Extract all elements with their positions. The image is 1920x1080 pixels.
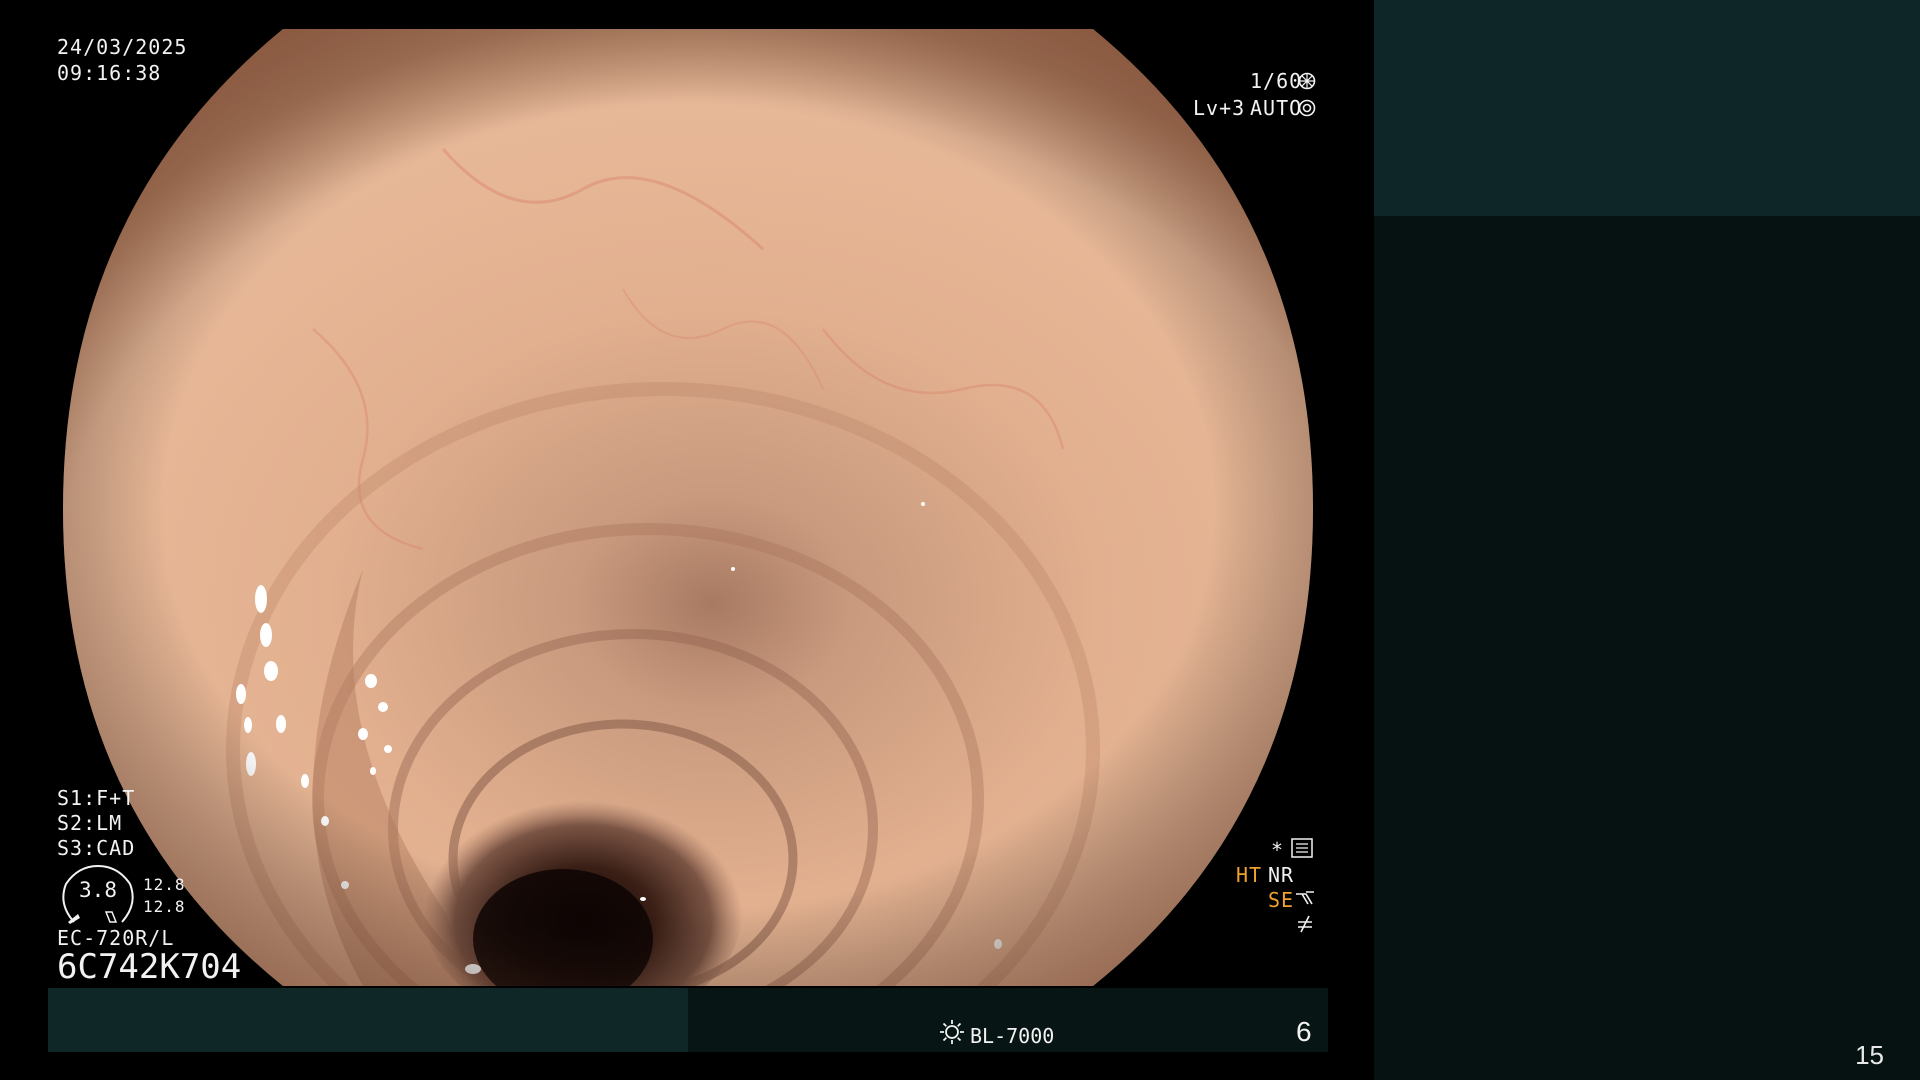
light-source-indicator: BL-7000 xyxy=(938,1018,1054,1054)
asterisk-marker: * xyxy=(1271,838,1285,862)
endoscope-monitor: 24/03/2025 09:16:38 1/60 Lv+3 AUTO S1:F+… xyxy=(0,0,1374,1080)
brightness-level: Lv+3 xyxy=(1193,96,1246,120)
aperture-icon xyxy=(1298,72,1316,94)
side-panel-bottom xyxy=(1374,216,1920,1080)
exam-time: 09:16:38 xyxy=(57,61,162,85)
se-indicator: SE xyxy=(1268,888,1295,912)
freeze-icon xyxy=(1296,914,1314,938)
gauge-side-top: 12.8 xyxy=(143,875,186,894)
settings-panel-icon xyxy=(1291,838,1313,862)
scope-serial: 6C742K704 xyxy=(57,947,242,987)
setting-s2: S2:LM xyxy=(57,811,123,835)
bending-gauge: 3.8 xyxy=(58,864,138,926)
iris-mode: AUTO xyxy=(1250,96,1303,120)
setting-s3: S3:CAD xyxy=(57,836,136,860)
endoscopic-view xyxy=(63,29,1313,986)
colon-lumen-image xyxy=(63,29,1313,986)
page-number: 15 xyxy=(1855,1040,1884,1070)
status-bar-left xyxy=(48,988,688,1052)
setting-s1: S1:F+T xyxy=(57,786,136,810)
ht-indicator: HT xyxy=(1236,863,1263,887)
structure-enhance-icon xyxy=(1294,890,1316,912)
iris-icon xyxy=(1298,99,1316,121)
gauge-side-bottom: 12.8 xyxy=(143,897,186,916)
lamp-icon xyxy=(938,1018,966,1054)
shutter-speed: 1/60 xyxy=(1250,69,1303,93)
gauge-value: 3.8 xyxy=(79,878,117,902)
light-source-label: BL-7000 xyxy=(970,1024,1055,1048)
nr-indicator: NR xyxy=(1268,863,1295,887)
side-panel-top xyxy=(1374,0,1920,216)
image-index: 6 xyxy=(1296,1016,1312,1047)
exam-date: 24/03/2025 xyxy=(57,35,188,59)
